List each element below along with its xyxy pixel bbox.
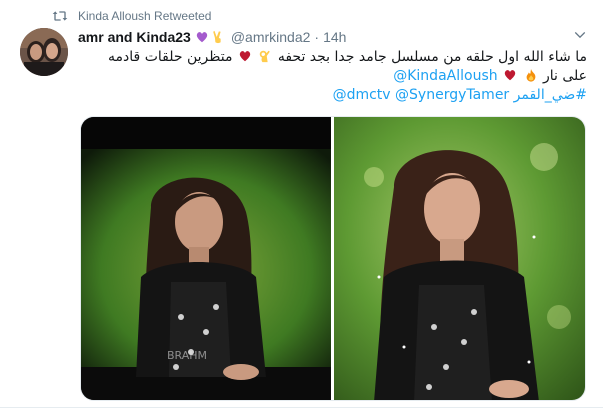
photo-watermark: BRAHM: [167, 349, 207, 362]
tweet-header: amr and Kinda23 @amrkinda2 · 14h: [78, 27, 569, 47]
tweet-text-part-3: على نار: [542, 68, 587, 84]
handle[interactable]: @amrkinda2: [231, 29, 311, 45]
purple-heart-icon: [196, 32, 208, 43]
avatar-image: [20, 28, 68, 76]
tweet-line-2: على نار @KindaAlloush: [78, 67, 587, 86]
mention-dmctv[interactable]: @dmctv: [333, 87, 391, 103]
display-name[interactable]: amr and Kinda23: [78, 29, 191, 45]
photo-left-image: BRAHM: [81, 117, 331, 400]
media-photo-left[interactable]: BRAHM: [81, 117, 331, 400]
fire-icon: [526, 68, 535, 82]
tweet-line-3: #ضي_القمر @SynergyTamer @dmctv: [78, 86, 587, 105]
victory-hand-icon: [213, 30, 221, 44]
tweet-text-part-2: متظرين حلقات قادمه: [108, 49, 233, 65]
mention-kinda-alloush[interactable]: @KindaAlloush: [393, 68, 497, 84]
tweet-line-1: ما شاء الله اول حلقه من مسلسل جامد جدا ب…: [78, 48, 587, 67]
hashtag-link[interactable]: #ضي_القمر: [514, 87, 587, 103]
retweet-context[interactable]: Kinda Alloush Retweeted: [52, 8, 211, 24]
tweet-text: ما شاء الله اول حلقه من مسلسل جامد جدا ب…: [78, 48, 587, 105]
avatar[interactable]: [20, 28, 68, 76]
tweet-text-part-1: ما شاء الله اول حلقه من مسلسل جامد جدا ب…: [277, 49, 587, 65]
retweet-label[interactable]: Kinda Alloush Retweeted: [78, 9, 211, 23]
media-photo-right[interactable]: [334, 117, 585, 400]
separator-dot: ·: [314, 29, 320, 45]
chevron-down-icon[interactable]: [573, 28, 587, 42]
red-heart-icon: [504, 70, 516, 81]
photo-right-image: [334, 117, 585, 400]
ok-hand-icon: [260, 50, 271, 63]
timestamp[interactable]: 14h: [323, 29, 346, 45]
mention-synergy-tamer[interactable]: @SynergyTamer: [395, 87, 509, 103]
red-heart-icon: [239, 51, 251, 62]
media-grid: BRAHM: [80, 116, 586, 401]
retweet-icon: [52, 11, 68, 21]
tweet-card[interactable]: Kinda Alloush Retweeted amr and Kinda23 …: [0, 0, 603, 408]
